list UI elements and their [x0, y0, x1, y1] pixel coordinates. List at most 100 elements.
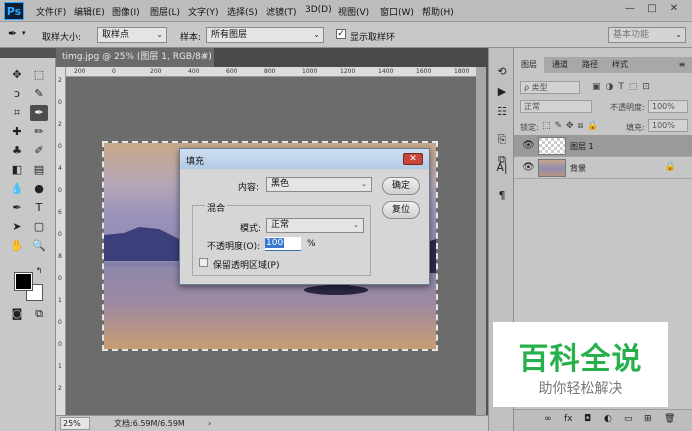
vertical-ruler: 2 0 2 0 4 0 6 0 8 0 1 0 0 1 2 [56, 67, 66, 415]
fill-field[interactable]: 100% [648, 119, 688, 132]
menu-view[interactable]: 视图(V) [338, 5, 369, 18]
sample-select[interactable]: 所有图层 ⌄ [206, 27, 324, 43]
minimize-button[interactable]: — [620, 2, 640, 17]
menu-filter[interactable]: 滤镜(T) [266, 5, 297, 18]
properties-panel-icon[interactable]: ☷ [493, 104, 511, 120]
contents-select[interactable]: 黑色 ⌄ [266, 177, 372, 192]
link-layers-icon[interactable]: ∞ [544, 414, 552, 424]
dialog-close-button[interactable]: ✕ [403, 153, 423, 165]
menu-image[interactable]: 图像(I) [112, 5, 140, 18]
contents-value: 黑色 [271, 179, 290, 189]
eye-icon[interactable]: 👁 [522, 162, 535, 173]
show-ring-checkbox[interactable]: ✓ [336, 29, 346, 39]
maximize-button[interactable]: □ [642, 2, 662, 17]
history-brush-icon[interactable]: ✐ [30, 143, 48, 159]
history-panel-icon[interactable]: ⟲ [493, 64, 511, 80]
menu-window[interactable]: 窗口(W) [380, 5, 414, 18]
chevron-down-icon[interactable]: ▾ [22, 29, 26, 37]
menu-layer[interactable]: 图层(L) [150, 5, 180, 18]
marquee-tool-icon[interactable]: ⬚ [30, 67, 48, 83]
tab-layers[interactable]: 图层 [514, 57, 544, 73]
eyedropper-tool-icon[interactable]: ✒ [30, 105, 48, 121]
ruler-tick-label: 1200 [340, 68, 356, 75]
menu-bar: Ps 文件(F) 编辑(E) 图像(I) 图层(L) 文字(Y) 选择(S) 滤… [0, 0, 692, 22]
menu-select[interactable]: 选择(S) [227, 5, 258, 18]
sample-size-value: 取样点 [102, 30, 130, 40]
status-menu-arrow[interactable]: › [208, 416, 211, 431]
screen-mode-icon[interactable]: ⧉ [30, 306, 48, 322]
brush-tool-icon[interactable]: ✏ [30, 124, 48, 140]
mode-select[interactable]: 正常 ⌄ [266, 218, 364, 233]
zoom-level-field[interactable]: 25% [60, 417, 90, 430]
workspace-select[interactable]: 基本功能 ⌄ [608, 27, 686, 43]
swap-colors-icon[interactable]: ↰ [34, 266, 44, 276]
sample-size-select[interactable]: 取样点 ⌄ [97, 27, 167, 43]
quick-mask-icon[interactable]: ◙ [8, 306, 26, 322]
type-tool-icon[interactable]: T [30, 200, 48, 216]
actions-panel-icon[interactable]: ▶ [493, 84, 511, 100]
layer-row[interactable]: 👁 背景 🔒 [514, 157, 692, 179]
close-window-button[interactable]: ✕ [664, 2, 684, 17]
fill-label: 填充: [626, 123, 645, 132]
menu-3d[interactable]: 3D(D) [305, 5, 332, 15]
move-tool-icon[interactable]: ✥ [8, 67, 26, 83]
tab-styles[interactable]: 样式 [606, 57, 634, 73]
layer-thumbnail [538, 137, 566, 155]
layer-mask-icon[interactable]: ◘ [584, 414, 591, 424]
adjustment-layer-icon[interactable]: ◐ [604, 414, 612, 424]
reset-button[interactable]: 复位 [382, 201, 420, 219]
paragraph-panel-icon[interactable]: ¶ [493, 188, 511, 204]
blur-tool-icon[interactable]: 💧 [8, 181, 26, 197]
ruler-tick-label: 6 [58, 209, 62, 216]
layer-row[interactable]: 👁 图层 1 [514, 135, 692, 157]
menu-edit[interactable]: 编辑(E) [74, 5, 105, 18]
tab-paths[interactable]: 路径 [576, 57, 604, 73]
eyedropper-tool-preset-icon[interactable]: ✒ [8, 27, 17, 40]
path-select-icon[interactable]: ➤ [8, 219, 26, 235]
tab-channels[interactable]: 通道 [546, 57, 574, 73]
opacity-label: 不透明度: [610, 103, 645, 112]
eye-icon[interactable]: 👁 [522, 140, 535, 151]
ruler-tick-label: 0 [58, 143, 62, 150]
close-tab-icon[interactable]: × [200, 48, 208, 67]
crop-tool-icon[interactable]: ⌗ [8, 105, 26, 121]
character-panel-icon[interactable]: A| [493, 160, 511, 176]
lasso-tool-icon[interactable]: ↄ [8, 86, 26, 102]
quick-select-tool-icon[interactable]: ✎ [30, 86, 48, 102]
delete-layer-icon[interactable]: 🗑 [664, 414, 675, 424]
healing-brush-icon[interactable]: ✚ [8, 124, 26, 140]
ruler-tick-label: 4 [58, 165, 62, 172]
watermark-subtitle: 助你轻松解决 [538, 381, 623, 397]
layer-style-icon[interactable]: fx [564, 414, 573, 424]
ok-button[interactable]: 确定 [382, 177, 420, 195]
document-tab[interactable]: timg.jpg @ 25% (图层 1, RGB/8#) * × [56, 48, 214, 81]
gradient-tool-icon[interactable]: ▤ [30, 162, 48, 178]
contents-label: 内容: [238, 183, 260, 193]
dialog-titlebar[interactable]: 填充 ✕ [180, 149, 429, 169]
dodge-tool-icon[interactable]: ● [30, 181, 48, 197]
clone-stamp-icon[interactable]: ♣ [8, 143, 26, 159]
blend-mode-select[interactable]: 正常 [520, 100, 592, 113]
layer-kind-filter[interactable]: ρ 类型 [520, 81, 580, 94]
zoom-tool-icon[interactable]: 🔍 [30, 238, 48, 254]
menu-file[interactable]: 文件(F) [36, 5, 66, 18]
layer-filter-icons[interactable]: ▣◑T⬚⊡ [592, 82, 655, 92]
pen-tool-icon[interactable]: ✒ [8, 200, 26, 216]
chevron-down-icon: ⌄ [353, 221, 359, 229]
shape-tool-icon[interactable]: ▢ [30, 219, 48, 235]
new-group-icon[interactable]: ▭ [624, 414, 633, 424]
panel-menu-icon[interactable]: ≡ [674, 57, 690, 73]
menu-help[interactable]: 帮助(H) [422, 5, 454, 18]
hand-tool-icon[interactable]: ✋ [8, 238, 26, 254]
vertical-scrollbar[interactable] [476, 67, 486, 415]
lock-icon: 🔒 [664, 162, 676, 172]
menu-type[interactable]: 文字(Y) [188, 5, 219, 18]
foreground-color-swatch[interactable] [14, 272, 33, 291]
brush-panel-icon[interactable]: ⎘ [493, 132, 511, 148]
lock-options-icons[interactable]: ⬚✎✥⧈🔒 [542, 121, 603, 131]
opacity-input[interactable]: 100 [265, 237, 301, 251]
eraser-tool-icon[interactable]: ◧ [8, 162, 26, 178]
opacity-field[interactable]: 100% [648, 100, 688, 113]
preserve-transparency-checkbox[interactable] [199, 258, 208, 267]
new-layer-icon[interactable]: ⊞ [644, 414, 652, 424]
